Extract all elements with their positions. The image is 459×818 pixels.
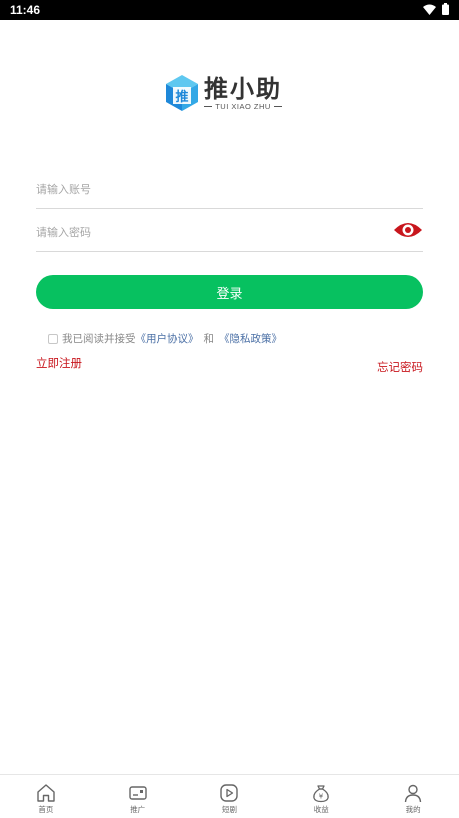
user-icon bbox=[403, 783, 423, 803]
register-link[interactable]: 立即注册 bbox=[36, 355, 82, 371]
play-icon bbox=[219, 783, 239, 803]
promote-icon bbox=[128, 783, 148, 803]
tab-label: 我的 bbox=[405, 805, 421, 814]
tab-label: 短剧 bbox=[221, 805, 237, 814]
agree-checkbox[interactable] bbox=[48, 333, 58, 344]
account-input[interactable] bbox=[36, 170, 376, 208]
status-icons bbox=[423, 3, 449, 15]
svg-text:¥: ¥ bbox=[319, 793, 324, 801]
tab-earnings[interactable]: ¥ 收益 bbox=[275, 775, 367, 818]
account-field-row bbox=[36, 170, 423, 209]
status-time: 11:46 bbox=[10, 3, 41, 17]
logo-subtitle-row: TUI XIAO ZHU bbox=[204, 102, 282, 111]
agreement-connector: 和 bbox=[203, 333, 215, 345]
divider bbox=[204, 105, 213, 107]
status-bar: 11:46 bbox=[0, 0, 459, 20]
tab-promote[interactable]: 推广 bbox=[92, 775, 184, 818]
tab-home[interactable]: 首页 bbox=[0, 775, 92, 818]
privacy-policy-link[interactable]: 《隐私政策》 bbox=[219, 331, 282, 346]
battery-icon bbox=[442, 3, 449, 15]
tab-label: 首页 bbox=[38, 805, 54, 814]
user-agreement-link[interactable]: 《用户协议》 bbox=[136, 331, 199, 346]
logo-title: 推小助 bbox=[204, 73, 282, 103]
app-logo: 推 推小助 TUI XIAO ZHU bbox=[164, 74, 282, 112]
eye-icon[interactable] bbox=[393, 219, 423, 241]
password-field-row bbox=[36, 213, 423, 252]
forgot-password-link[interactable]: 忘记密码 bbox=[377, 359, 423, 375]
logo-subtitle: TUI XIAO ZHU bbox=[215, 101, 271, 111]
wifi-icon bbox=[423, 4, 436, 15]
agreement-row: 我已阅读并接受 《用户协议》 和 《隐私政策》 bbox=[48, 331, 282, 346]
logo-mark-text: 推 bbox=[175, 89, 188, 105]
password-input[interactable] bbox=[36, 213, 376, 251]
tab-short-drama[interactable]: 短剧 bbox=[184, 775, 276, 818]
agreement-prefix: 我已阅读并接受 bbox=[62, 333, 136, 345]
home-icon bbox=[36, 783, 56, 803]
login-button[interactable]: 登录 bbox=[36, 275, 423, 309]
tab-mine[interactable]: 我的 bbox=[367, 775, 459, 818]
tab-label: 收益 bbox=[313, 805, 329, 814]
cube-logo-icon: 推 bbox=[164, 74, 200, 112]
divider bbox=[273, 105, 282, 107]
money-bag-icon: ¥ bbox=[311, 783, 331, 803]
bottom-tab-bar: 首页 推广 短剧 ¥ 收益 我的 bbox=[0, 774, 459, 818]
tab-label: 推广 bbox=[130, 805, 146, 814]
